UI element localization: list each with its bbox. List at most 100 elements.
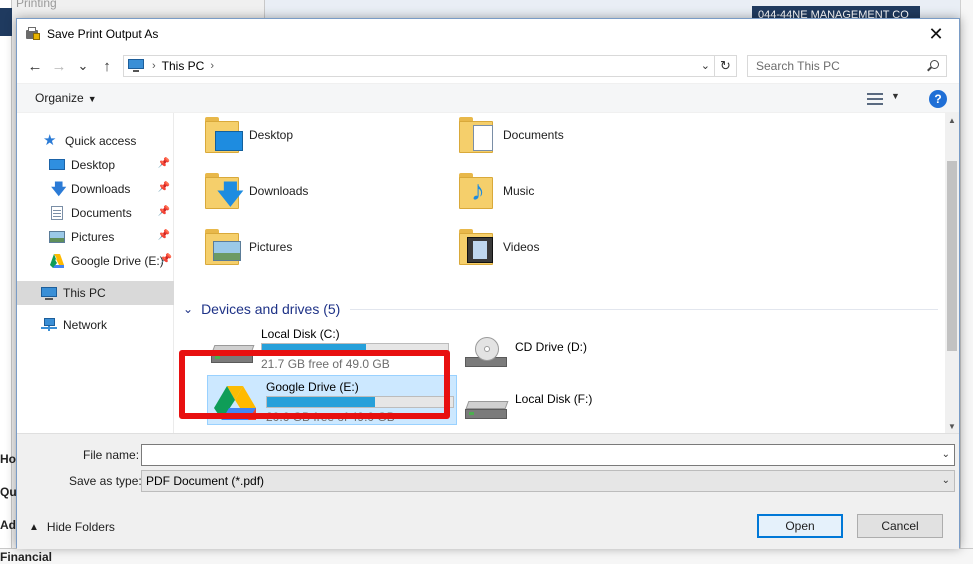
section-divider <box>350 308 938 310</box>
pin-icon[interactable]: 📌 <box>158 158 170 169</box>
files-pane: Desktop Documents 🡇 Downloads ♪ Music Pi… <box>175 113 945 433</box>
pc-icon <box>41 285 57 301</box>
network-icon <box>41 317 57 333</box>
background-right-strip <box>960 0 973 564</box>
sidebar-item-quick-access[interactable]: ★ Quick access <box>17 129 174 153</box>
drive-cd-d[interactable]: CD Drive (D:) <box>457 323 707 373</box>
background-side-label: Qu <box>0 485 17 499</box>
cd-drive-icon <box>465 337 509 367</box>
address-bar[interactable]: › This PC › ⌄ <box>123 55 715 77</box>
dialog-titlebar: Save Print Output As ✕ <box>17 19 959 49</box>
vertical-scrollbar[interactable]: ▲ ▼ <box>945 113 959 433</box>
documents-icon <box>49 205 65 221</box>
chevron-down-icon[interactable]: ⌄ <box>942 449 950 460</box>
hard-drive-icon <box>211 345 255 365</box>
documents-folder-icon <box>457 115 495 155</box>
filename-input[interactable] <box>142 445 932 465</box>
address-dropdown-icon[interactable]: ⌄ <box>701 59 710 72</box>
background-financial-label: Financial <box>0 550 53 564</box>
hard-drive-icon <box>465 401 509 421</box>
save-form: File name: ⌄ Save as type: PDF Document … <box>17 433 959 549</box>
back-button[interactable]: ← <box>23 54 47 78</box>
sidebar-item-pictures[interactable]: Pictures 📌 <box>17 225 174 249</box>
refresh-button[interactable]: ↻ <box>715 55 737 77</box>
desktop-icon <box>49 157 65 173</box>
chevron-down-icon[interactable]: ⌄ <box>183 302 193 316</box>
search-placeholder: Search This PC <box>756 59 840 73</box>
drive-google-drive-e[interactable]: Google Drive (E:) 20.6 GB free of 49.0 G… <box>207 375 457 425</box>
desktop-folder-icon <box>203 115 243 155</box>
dialog-title: Save Print Output As <box>47 27 159 41</box>
scroll-thumb[interactable] <box>947 161 957 351</box>
drive-usage-fill <box>262 344 366 354</box>
scroll-down-icon[interactable]: ▼ <box>945 419 959 433</box>
folder-downloads[interactable]: 🡇 Downloads <box>203 171 308 211</box>
downloads-folder-icon: 🡇 <box>203 171 244 211</box>
google-drive-icon <box>212 384 258 424</box>
address-path[interactable]: This PC <box>162 59 205 73</box>
save-type-select[interactable]: PDF Document (*.pdf) ⌄ <box>141 470 955 492</box>
folder-documents[interactable]: Documents <box>457 115 564 155</box>
close-button[interactable]: ✕ <box>913 19 959 49</box>
view-dropdown-icon[interactable]: ▼ <box>891 91 900 101</box>
background-bottom-bar: Financial <box>0 548 973 564</box>
drive-local-disk-f[interactable]: Local Disk (F:) <box>457 379 707 429</box>
background-side-label: Ad <box>0 518 16 532</box>
chevron-down-icon: ▼ <box>87 94 97 104</box>
music-folder-icon: ♪ <box>457 171 495 211</box>
navigation-bar: ← → ⌄ ↑ › This PC › ⌄ ↻ Search This PC <box>17 49 959 83</box>
google-drive-icon <box>49 253 65 269</box>
search-icon[interactable] <box>926 59 940 73</box>
pc-icon <box>128 59 146 73</box>
sidebar-item-desktop[interactable]: Desktop 📌 <box>17 153 174 177</box>
drive-usage-fill <box>267 397 375 407</box>
pin-icon[interactable]: 📌 <box>158 182 170 193</box>
chevron-right-icon[interactable]: › <box>210 60 214 72</box>
filename-label: File name: <box>83 448 140 462</box>
folder-videos[interactable]: Videos <box>457 227 539 267</box>
printer-icon <box>25 26 41 42</box>
hide-folders-button[interactable]: ▲ Hide Folders <box>29 520 115 534</box>
command-toolbar: Organize ▼ ▼ ? <box>17 83 959 113</box>
drive-usage-bar <box>266 396 454 408</box>
organize-button[interactable]: Organize ▼ <box>35 91 97 105</box>
search-input[interactable]: Search This PC <box>747 55 947 77</box>
drive-usage-bar <box>261 343 449 355</box>
navigation-pane: ★ Quick access Desktop 📌 🡇 Downloads 📌 D… <box>17 113 174 433</box>
sidebar-item-google-drive[interactable]: Google Drive (E:) 📌 <box>17 249 174 273</box>
open-button[interactable]: Open <box>757 514 843 538</box>
folder-pictures[interactable]: Pictures <box>203 227 292 267</box>
save-dialog: Save Print Output As ✕ ← → ⌄ ↑ › This PC… <box>16 18 960 549</box>
folder-music[interactable]: ♪ Music <box>457 171 534 211</box>
folder-desktop[interactable]: Desktop <box>203 115 293 155</box>
chevron-down-icon[interactable]: ⌄ <box>71 54 95 78</box>
sidebar-item-downloads[interactable]: 🡇 Downloads 📌 <box>17 177 174 201</box>
pin-icon[interactable]: 📌 <box>158 206 170 217</box>
pictures-folder-icon <box>203 227 241 267</box>
devices-section-header[interactable]: ⌄ Devices and drives (5) <box>183 299 938 319</box>
pin-icon[interactable]: 📌 <box>158 230 170 241</box>
drive-local-disk-c[interactable]: Local Disk (C:) 21.7 GB free of 49.0 GB <box>203 323 453 373</box>
help-icon[interactable]: ? <box>929 90 947 108</box>
background-left-strip <box>0 0 12 564</box>
background-side-label: Ho <box>0 452 16 466</box>
downloads-icon: 🡇 <box>51 181 67 198</box>
save-type-label: Save as type: <box>69 474 142 488</box>
cancel-button[interactable]: Cancel <box>857 514 943 538</box>
videos-folder-icon <box>457 227 495 267</box>
chevron-right-icon[interactable]: › <box>152 60 156 72</box>
filename-field[interactable]: ⌄ <box>141 444 955 466</box>
pictures-icon <box>49 229 65 245</box>
up-button[interactable]: ↑ <box>95 54 119 78</box>
forward-button[interactable]: → <box>47 54 71 78</box>
background-printing-label: Printing <box>16 0 57 10</box>
view-options-icon[interactable] <box>867 92 883 106</box>
sidebar-item-network[interactable]: Network <box>17 313 174 337</box>
star-icon: ★ <box>43 132 57 149</box>
sidebar-item-this-pc[interactable]: This PC <box>17 281 174 305</box>
chevron-down-icon[interactable]: ⌄ <box>942 475 950 486</box>
chevron-up-icon: ▲ <box>29 521 39 533</box>
pin-icon[interactable]: 📌 <box>160 254 172 265</box>
sidebar-item-documents[interactable]: Documents 📌 <box>17 201 174 225</box>
scroll-up-icon[interactable]: ▲ <box>945 113 959 127</box>
